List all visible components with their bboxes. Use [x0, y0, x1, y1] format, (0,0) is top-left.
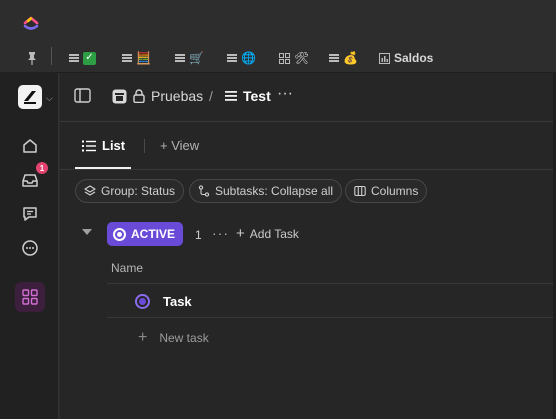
column-header-name[interactable]: Name	[111, 261, 143, 275]
list-icon	[122, 54, 132, 62]
new-task-row[interactable]: + New task	[138, 329, 209, 347]
active-tab-indicator	[75, 167, 131, 169]
list-icon	[225, 91, 237, 101]
tab-list-label: List	[102, 138, 126, 153]
bookmark-1[interactable]: ✓	[69, 50, 96, 66]
browser-titlebar	[0, 0, 556, 42]
group-by-chip[interactable]: Group: Status	[75, 179, 185, 203]
plus-icon: +	[138, 329, 148, 346]
inbox-button[interactable]: 1	[15, 162, 48, 195]
tools-icon: 🛠	[294, 51, 310, 65]
cart-icon: 🛒	[189, 51, 204, 65]
check-mark-icon: ✓	[83, 51, 96, 65]
list-icon	[175, 54, 185, 62]
collapse-caret-icon[interactable]	[82, 229, 92, 235]
chat-icon	[23, 207, 37, 221]
list-icon	[227, 54, 237, 62]
add-task-button[interactable]: + Add Task	[236, 225, 299, 242]
notification-badge: 1	[36, 162, 48, 174]
bookmark-saldos[interactable]: Saldos	[379, 50, 433, 66]
columns-label: Columns	[371, 184, 419, 198]
home-icon	[23, 139, 37, 153]
group-by-label: Group: Status	[101, 184, 176, 198]
bookmark-5[interactable]: 🛠	[279, 50, 309, 66]
view-tabs: List + View	[60, 122, 556, 170]
status-label: ACTIVE	[131, 227, 176, 241]
table-row[interactable]: Task	[107, 284, 556, 318]
lock-icon	[133, 89, 145, 103]
chat-button[interactable]	[15, 199, 45, 229]
workspace-avatar[interactable]	[18, 85, 42, 109]
abacus-icon: 🧮	[136, 51, 151, 65]
bookmark-label: Saldos	[394, 51, 434, 65]
breadcrumb-separator: /	[209, 88, 213, 104]
bookmark-6[interactable]: 💰	[329, 50, 358, 66]
bookmark-divider	[51, 47, 52, 65]
home-button[interactable]	[15, 131, 45, 161]
add-view-button[interactable]: + View	[160, 138, 199, 153]
more-button[interactable]	[15, 233, 45, 263]
grid-icon	[279, 52, 290, 64]
bookmark-2[interactable]: 🧮	[122, 50, 151, 66]
subtasks-chip[interactable]: Subtasks: Collapse all	[189, 179, 343, 203]
sidebar-rail: ⌵ 1	[0, 73, 59, 419]
more-circle-icon	[22, 240, 38, 256]
new-task-label: New task	[159, 331, 209, 345]
workspace-logo-icon	[24, 91, 36, 104]
tab-divider	[144, 139, 145, 153]
status-pill-active[interactable]: ACTIVE	[107, 222, 184, 246]
subtasks-label: Subtasks: Collapse all	[215, 184, 334, 198]
task-name[interactable]: Task	[163, 294, 192, 309]
spaces-button[interactable]	[15, 282, 45, 312]
breadcrumb-space-label: Pruebas	[151, 88, 204, 104]
bookmark-4[interactable]: 🌐	[227, 50, 256, 66]
money-bag-icon: 💰	[343, 51, 358, 65]
chevron-down-icon[interactable]: ⌵	[46, 93, 53, 104]
page-header: Pruebas / Test ···	[60, 73, 556, 122]
status-circle-icon	[113, 227, 126, 241]
clickup-logo-icon	[23, 16, 39, 30]
list-view-icon	[82, 140, 96, 151]
bookmarks-bar: ✓ 🧮 🛒 🌐 🛠 💰 Saldos	[0, 42, 556, 73]
list-icon	[69, 54, 79, 62]
breadcrumb-list[interactable]: Test	[225, 88, 271, 104]
layers-icon	[84, 185, 96, 196]
sidebar-toggle-button[interactable]	[74, 88, 91, 103]
header-more-button[interactable]: ···	[277, 85, 293, 103]
breadcrumb-space[interactable]: Pruebas	[112, 88, 203, 104]
plus-icon: +	[236, 225, 245, 242]
inbox-icon	[22, 174, 38, 187]
tab-list[interactable]: List	[82, 138, 125, 153]
pin-icon[interactable]	[26, 50, 38, 66]
main-panel: Pruebas / Test ··· List + View Group: St…	[60, 73, 556, 419]
columns-chip[interactable]: Columns	[345, 179, 428, 203]
sidebar-toggle-icon	[74, 88, 91, 103]
task-count: 1	[195, 228, 202, 242]
spaces-grid-icon	[22, 289, 38, 305]
status-group-header: ACTIVE 1 ··· + Add Task	[60, 221, 556, 249]
subtasks-icon	[198, 185, 210, 197]
breadcrumb-list-label: Test	[243, 88, 271, 104]
bookmark-3[interactable]: 🛒	[175, 50, 204, 66]
group-more-button[interactable]: ···	[212, 225, 229, 241]
add-task-label: Add Task	[249, 227, 299, 241]
space-icon	[112, 89, 127, 103]
globe-icon: 🌐	[241, 51, 256, 65]
columns-icon	[354, 185, 366, 197]
chart-icon	[379, 52, 390, 64]
list-icon	[329, 54, 339, 62]
task-status-icon[interactable]	[135, 294, 150, 309]
